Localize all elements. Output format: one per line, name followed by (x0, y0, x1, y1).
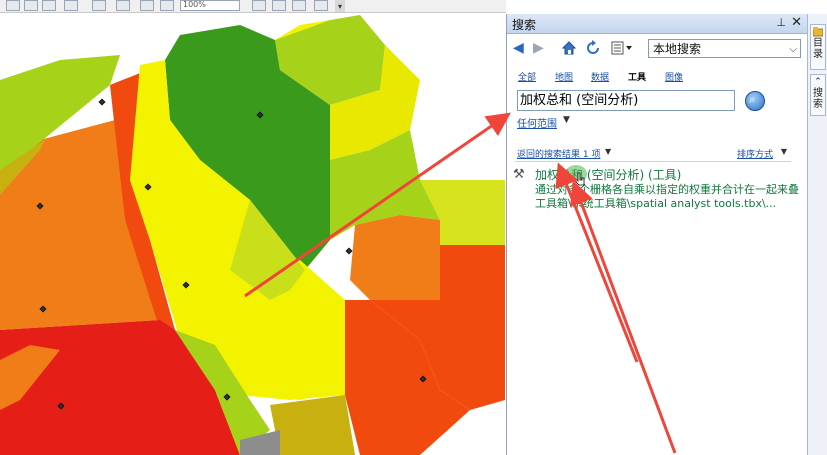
search-window: 搜索 ⊥ ✕ ◀ ▶ 本地搜索 ⌵ 全部 地图 数据 工具 图像 加权总和 (空… (506, 14, 808, 455)
sample-point (98, 98, 106, 106)
search-input[interactable]: 加权总和 (空间分析) (517, 90, 735, 111)
map-raster (0, 15, 505, 455)
toolbar-button[interactable] (6, 0, 20, 11)
chevron-down-icon[interactable]: ▼ (563, 115, 570, 125)
search-location-select[interactable]: 本地搜索 ⌵ (648, 39, 801, 58)
toolbar-button[interactable] (92, 0, 106, 11)
results-header: 返回的搜索结果 1 项 ▼ 排序方式 ▼ (515, 147, 791, 162)
tab-maps[interactable]: 地图 (555, 70, 573, 83)
result-path: 工具箱\系统工具箱\spatial analyst tools.tbx\... (535, 197, 777, 210)
zoom-combo[interactable]: 100% (180, 0, 240, 11)
chevron-down-icon[interactable]: ▼ (605, 147, 611, 156)
hammer-tool-icon: ⚒ (513, 167, 525, 182)
toolbar-button[interactable] (116, 0, 130, 11)
search-location-value: 本地搜索 (653, 42, 702, 56)
toolbar-button[interactable] (140, 0, 154, 11)
toolbar-button[interactable] (24, 0, 38, 11)
side-tab-strip: 目录 ⌃ 搜索 (807, 14, 827, 455)
tab-search[interactable]: ⌃ 搜索 (810, 74, 826, 116)
search-nav-bar: ◀ ▶ 本地搜索 ⌵ (507, 37, 808, 61)
zone-orange-right (350, 215, 440, 300)
toolbar-overflow-button[interactable]: ▾ (335, 0, 345, 12)
search-button[interactable]: ⌕ (745, 91, 765, 111)
search-icon: ⌕ (749, 93, 756, 106)
tab-images[interactable]: 图像 (665, 70, 683, 83)
toolbar-button[interactable] (292, 0, 306, 11)
pin-icon[interactable]: ⊥ (776, 16, 786, 29)
sort-link[interactable]: 排序方式 (737, 147, 773, 160)
map-toolbar: 100% ▾ (0, 0, 506, 13)
search-filter-tabs: 全部 地图 数据 工具 图像 (507, 70, 808, 84)
toolbar-button[interactable] (42, 0, 56, 11)
toolbar-button[interactable] (314, 0, 328, 11)
catalog-icon (813, 27, 823, 37)
tab-data[interactable]: 数据 (591, 70, 609, 83)
tab-catalog[interactable]: 目录 (810, 24, 826, 70)
back-arrow-icon[interactable]: ◀ (513, 40, 524, 56)
chevron-down-icon[interactable]: ▼ (781, 147, 787, 156)
search-window-title: 搜索 (512, 18, 537, 32)
tab-catalog-label: 目录 (813, 38, 823, 60)
zone-olive-bottom (270, 395, 355, 455)
search-result-item[interactable]: ⚒ 加权总和 (空间分析) (工具) 通过对多个栅格各自乘以指定的权重并合计在一… (511, 164, 801, 214)
results-count-link[interactable]: 返回的搜索结果 1 项 (517, 147, 600, 160)
layout-view-button[interactable] (252, 0, 266, 11)
search-window-titlebar[interactable]: 搜索 ⊥ ✕ (507, 14, 808, 34)
toolbar-button[interactable] (272, 0, 286, 11)
forward-arrow-icon[interactable]: ▶ (533, 40, 544, 56)
tab-all[interactable]: 全部 (518, 70, 536, 83)
sample-point (345, 247, 353, 255)
toolbar-button[interactable] (64, 0, 78, 11)
chevron-up-icon: ⌃ (814, 77, 822, 87)
hand-cursor-icon (575, 172, 585, 186)
toolbar-button[interactable] (160, 0, 174, 11)
list-options-icon[interactable] (611, 40, 633, 60)
tab-search-label: 搜索 (813, 88, 823, 110)
close-icon[interactable]: ✕ (791, 15, 802, 30)
search-scope-link[interactable]: 任何范围 (517, 115, 557, 130)
chevron-down-icon: ⌵ (789, 44, 797, 55)
home-icon[interactable] (561, 40, 577, 60)
map-view[interactable] (0, 0, 506, 455)
refresh-icon[interactable] (585, 40, 601, 60)
tab-tools[interactable]: 工具 (628, 70, 646, 83)
